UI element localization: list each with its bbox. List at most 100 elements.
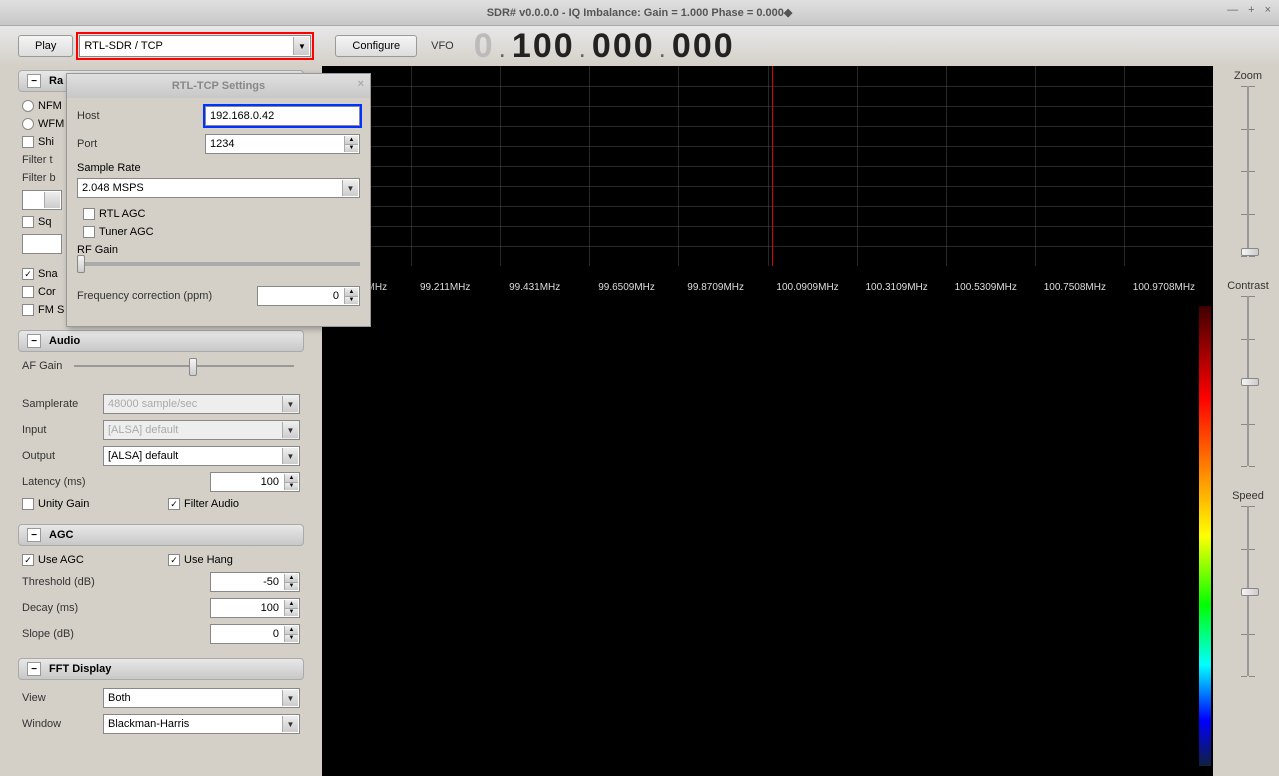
freq-digit[interactable]: 0 — [533, 27, 552, 66]
spin-down-icon[interactable]: ▼ — [284, 583, 298, 591]
samplerate-label: Samplerate — [22, 398, 97, 410]
freq-digit[interactable]: 0 — [672, 27, 691, 66]
spectrum-display[interactable]: MHz 99.211MHz 99.431MHz 99.6509MHz 99.87… — [322, 66, 1213, 286]
maximize-icon[interactable]: + — [1248, 4, 1254, 16]
collapse-icon[interactable]: − — [27, 334, 41, 348]
correct-checkbox[interactable]: Cor — [22, 286, 56, 298]
shift-checkbox[interactable]: Shi — [22, 136, 54, 148]
fm-stereo-checkbox[interactable]: FM S — [22, 304, 64, 316]
spin-up-icon[interactable]: ▲ — [344, 288, 358, 297]
view-label: View — [22, 692, 97, 704]
spin-up-icon[interactable]: ▲ — [284, 626, 298, 635]
latency-spinner[interactable]: ▲▼ — [210, 472, 300, 492]
output-label: Output — [22, 450, 97, 462]
waterfall-display[interactable] — [322, 290, 1203, 776]
threshold-spinner[interactable]: ▲▼ — [210, 572, 300, 592]
freq-correction-spinner[interactable]: ▲▼ — [257, 286, 360, 306]
spin-up-icon[interactable]: ▲ — [284, 574, 298, 583]
port-spinner[interactable]: ▲▼ — [205, 134, 360, 154]
contrast-slider[interactable] — [1247, 296, 1249, 466]
freq-separator: . — [579, 33, 586, 64]
panel-title: FFT Display — [49, 663, 111, 675]
configure-button[interactable]: Configure — [335, 35, 417, 57]
freq-digit[interactable]: 0 — [592, 27, 611, 66]
freq-digit[interactable]: 0 — [634, 27, 653, 66]
color-scale — [1199, 306, 1211, 766]
audio-panel-body: AF Gain Samplerate 48000 sample/sec▼ Inp… — [18, 358, 304, 524]
collapse-icon[interactable]: − — [27, 528, 41, 542]
slope-spinner[interactable]: ▲▼ — [210, 624, 300, 644]
agc-panel-header[interactable]: − AGC — [18, 524, 304, 546]
source-dropdown[interactable]: RTL-SDR / TCP ▼ — [79, 35, 311, 57]
window-select[interactable]: Blackman-Harris▼ — [103, 714, 300, 734]
play-button[interactable]: Play — [18, 35, 73, 57]
tuning-cursor[interactable] — [772, 66, 773, 266]
sample-rate-label: Sample Rate — [77, 162, 360, 174]
frequency-display[interactable]: 0 . 1 0 0 . 0 0 0 . 0 0 0 — [474, 27, 733, 66]
freq-digit[interactable]: 1 — [512, 27, 531, 66]
snap-checkbox[interactable]: ✓Sna — [22, 268, 58, 280]
sq-select[interactable] — [22, 234, 62, 254]
toolbar: Play RTL-SDR / TCP ▼ Configure VFO 0 . 1… — [0, 26, 1279, 66]
filter-t-label: Filter t — [22, 154, 53, 166]
output-select[interactable]: [ALSA] default▼ — [103, 446, 300, 466]
minimize-icon[interactable]: — — [1227, 4, 1238, 16]
wfm-radio[interactable]: WFM — [22, 118, 64, 130]
host-label: Host — [77, 110, 205, 122]
af-gain-slider[interactable] — [74, 365, 294, 367]
host-input[interactable] — [205, 106, 360, 126]
rtl-agc-checkbox[interactable]: RTL AGC — [83, 208, 145, 220]
chevron-down-icon: ▼ — [342, 180, 358, 196]
spin-up-icon[interactable]: ▲ — [284, 474, 298, 483]
freq-digit[interactable]: 0 — [474, 27, 493, 66]
rf-gain-slider[interactable] — [77, 262, 360, 266]
titlebar: SDR# v0.0.0.0 - IQ Imbalance: Gain = 1.0… — [0, 0, 1279, 26]
panel-title: Audio — [49, 335, 80, 347]
unity-gain-checkbox[interactable]: Unity Gain — [22, 498, 162, 510]
fft-panel-header[interactable]: − FFT Display — [18, 658, 304, 680]
freq-correction-label: Frequency correction (ppm) — [77, 290, 257, 302]
tuner-agc-checkbox[interactable]: Tuner AGC — [83, 226, 154, 238]
freq-digit[interactable]: 0 — [693, 27, 712, 66]
filter-select[interactable] — [22, 190, 62, 210]
chevron-down-icon: ▼ — [282, 448, 298, 464]
spin-down-icon[interactable]: ▼ — [284, 609, 298, 617]
sample-rate-select[interactable]: 2.048 MSPS▼ — [77, 178, 360, 198]
right-sidebar: Zoom Contrast Speed — [1217, 66, 1279, 776]
close-icon[interactable]: × — [358, 78, 364, 90]
spin-up-icon[interactable]: ▲ — [284, 600, 298, 609]
freq-digit[interactable]: 0 — [613, 27, 632, 66]
use-hang-checkbox[interactable]: ✓Use Hang — [168, 554, 233, 566]
use-agc-checkbox[interactable]: ✓Use AGC — [22, 554, 162, 566]
window-label: Window — [22, 718, 97, 730]
nfm-radio[interactable]: NFM — [22, 100, 62, 112]
source-selected: RTL-SDR / TCP — [84, 40, 162, 52]
agc-panel-body: ✓Use AGC ✓Use Hang Threshold (dB) ▲▼ Dec… — [18, 552, 304, 658]
squelch-checkbox[interactable]: Sq — [22, 216, 51, 228]
contrast-label: Contrast — [1217, 280, 1279, 292]
dialog-titlebar[interactable]: RTL-TCP Settings × — [67, 74, 370, 98]
spin-down-icon[interactable]: ▼ — [344, 297, 358, 305]
spin-down-icon[interactable]: ▼ — [344, 145, 358, 153]
rf-gain-label: RF Gain — [77, 244, 360, 256]
collapse-icon[interactable]: − — [27, 662, 41, 676]
slope-label: Slope (dB) — [22, 628, 162, 640]
freq-separator: . — [499, 33, 506, 64]
freq-digit[interactable]: 0 — [554, 27, 573, 66]
window-title: SDR# v0.0.0.0 - IQ Imbalance: Gain = 1.0… — [487, 6, 793, 19]
view-select[interactable]: Both▼ — [103, 688, 300, 708]
input-label: Input — [22, 424, 97, 436]
audio-panel-header[interactable]: − Audio — [18, 330, 304, 352]
chevron-down-icon[interactable]: ▼ — [293, 37, 309, 55]
close-icon[interactable]: × — [1265, 4, 1271, 16]
collapse-icon[interactable]: − — [27, 74, 41, 88]
spin-down-icon[interactable]: ▼ — [284, 483, 298, 491]
spin-up-icon[interactable]: ▲ — [344, 136, 358, 145]
speed-slider[interactable] — [1247, 506, 1249, 676]
filter-audio-checkbox[interactable]: ✓Filter Audio — [168, 498, 239, 510]
threshold-label: Threshold (dB) — [22, 576, 162, 588]
zoom-slider[interactable] — [1247, 86, 1249, 256]
spin-down-icon[interactable]: ▼ — [284, 635, 298, 643]
freq-digit[interactable]: 0 — [714, 27, 733, 66]
decay-spinner[interactable]: ▲▼ — [210, 598, 300, 618]
